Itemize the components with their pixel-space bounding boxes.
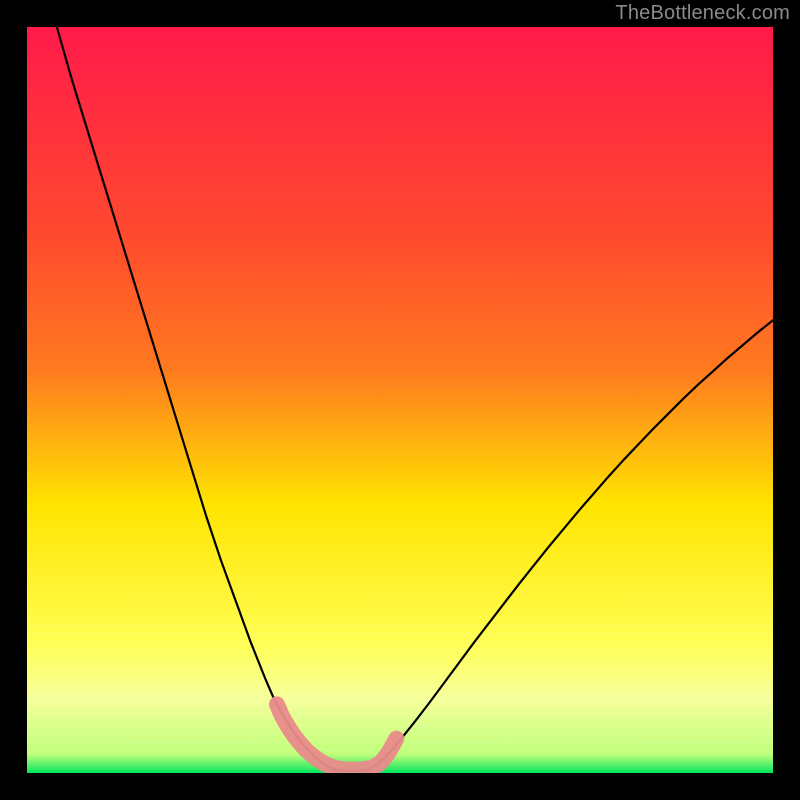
band-stripe (27, 765, 773, 770)
band-stripe (27, 690, 773, 695)
band-stripe (27, 649, 773, 654)
chart-plot (27, 27, 773, 773)
band-stripe (27, 748, 773, 753)
band-stripe (27, 756, 773, 761)
band-stripe (27, 624, 773, 629)
band-stripe (27, 715, 773, 720)
band-stripe (27, 682, 773, 687)
band-stripe (27, 665, 773, 670)
band-stripe (27, 632, 773, 637)
band-stripe (27, 657, 773, 662)
band-stripe (27, 640, 773, 645)
band-stripe (27, 723, 773, 728)
band-stripe (27, 698, 773, 703)
watermark-text: TheBottleneck.com (615, 2, 790, 25)
band-stripe (27, 674, 773, 679)
chart-svg (27, 27, 773, 773)
frame: TheBottleneck.com (0, 0, 800, 800)
band-stripe (27, 707, 773, 712)
